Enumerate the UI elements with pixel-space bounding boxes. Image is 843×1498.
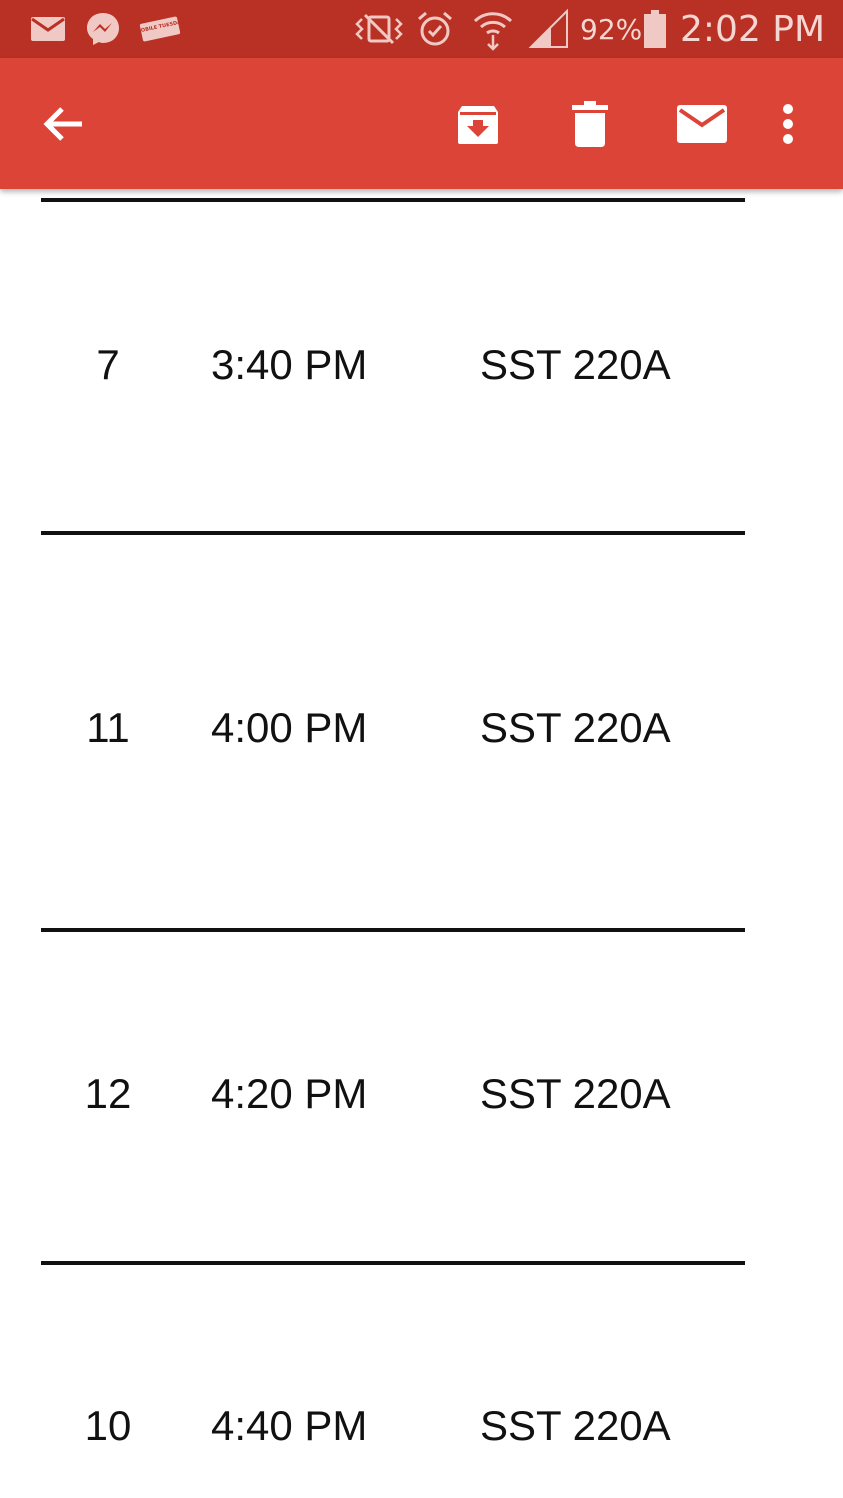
mail-icon xyxy=(677,104,727,143)
row-divider xyxy=(41,1261,745,1265)
row-room: SST 220A xyxy=(480,341,671,388)
more-vert-icon xyxy=(783,103,793,144)
tmobile-tuesdays-icon: T-MOBILE TUESDAYS xyxy=(138,0,182,58)
row-time: 4:20 PM xyxy=(211,1070,368,1117)
row-number: 12 xyxy=(84,1070,132,1117)
row-room: SST 220A xyxy=(480,1070,671,1117)
wifi-icon xyxy=(470,0,516,58)
row-room: SST 220A xyxy=(480,704,671,751)
trash-icon xyxy=(572,100,608,147)
back-button[interactable] xyxy=(24,58,104,189)
messenger-icon xyxy=(82,0,124,58)
row-divider xyxy=(41,198,745,202)
row-divider xyxy=(41,928,745,932)
row-number: 7 xyxy=(96,341,120,388)
arrow-back-icon xyxy=(43,106,82,141)
archive-icon xyxy=(458,105,498,144)
row-number: 11 xyxy=(86,704,130,751)
mark-unread-button[interactable] xyxy=(662,58,742,189)
row-room: SST 220A xyxy=(480,1402,671,1449)
schedule-row: 7 3:40 PM SST 220A xyxy=(0,325,843,405)
battery-percent: 92% xyxy=(580,13,643,46)
gmail-icon xyxy=(28,0,68,58)
app-bar xyxy=(0,58,843,189)
battery-icon xyxy=(640,0,670,58)
alarm-icon xyxy=(414,0,456,58)
row-time: 4:40 PM xyxy=(211,1402,368,1449)
signal-icon xyxy=(526,0,572,58)
status-bar: T-MOBILE TUESDAYS 92% 2:02 PM xyxy=(0,0,843,58)
schedule-row: 11 4:00 PM SST 220A xyxy=(0,688,843,768)
status-time: 2:02 PM xyxy=(680,9,826,50)
more-options-button[interactable] xyxy=(762,58,814,189)
schedule-row: 12 4:20 PM SST 220A xyxy=(0,1054,843,1134)
delete-button[interactable] xyxy=(550,58,630,189)
row-time: 4:00 PM xyxy=(211,704,368,751)
row-divider xyxy=(41,531,745,535)
vibrate-icon xyxy=(350,0,408,58)
archive-button[interactable] xyxy=(438,58,518,189)
row-time: 3:40 PM xyxy=(211,341,368,388)
row-number: 10 xyxy=(84,1402,132,1449)
schedule-row: 10 4:40 PM SST 220A xyxy=(0,1386,843,1466)
